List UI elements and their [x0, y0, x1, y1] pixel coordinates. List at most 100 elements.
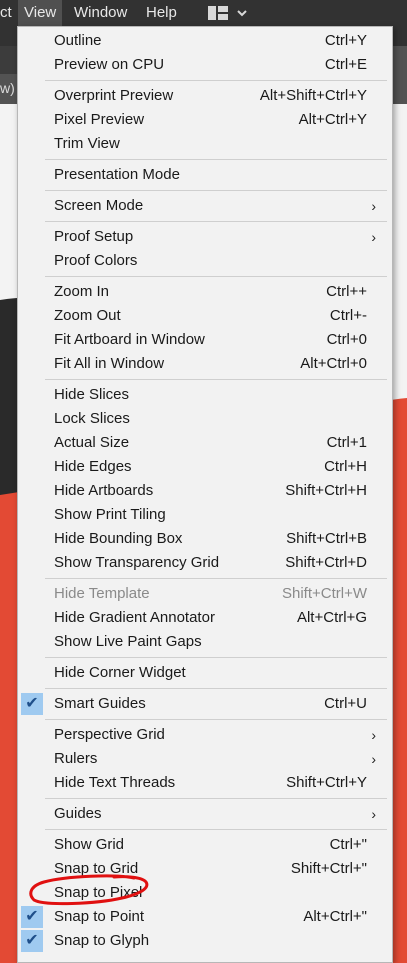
menu-item-shortcut: Shift+Ctrl+B	[286, 530, 367, 547]
menu-item-hide-bounding-box[interactable]: Hide Bounding Box Shift+Ctrl+B	[18, 527, 390, 551]
menu-item-shortcut: Ctrl+Y	[324, 32, 367, 49]
menu-item-show-print-tiling[interactable]: Show Print Tiling	[18, 503, 390, 527]
menu-item-label: Lock Slices	[54, 410, 130, 427]
menu-separator	[45, 798, 387, 799]
document-tab-fragment[interactable]	[0, 46, 18, 74]
menu-item-label: Fit Artboard in Window	[54, 331, 205, 348]
menu-item-shortcut: Shift+Ctrl+Y	[286, 774, 367, 791]
menu-separator	[45, 159, 387, 160]
menu-item-shortcut: Ctrl+E	[324, 56, 367, 73]
workspace-switcher[interactable]	[206, 5, 254, 21]
chevron-right-icon: ›	[371, 229, 376, 245]
menu-item-snap-to-grid[interactable]: Snap to Grid Shift+Ctrl+"	[18, 857, 390, 881]
checkmark-icon: ✔	[21, 693, 43, 715]
menu-item-presentation-mode[interactable]: Presentation Mode	[18, 163, 390, 187]
menu-item-label: Snap to Grid	[54, 860, 139, 877]
menu-item-label: Show Live Paint Gaps	[54, 633, 202, 650]
menu-item-actual-size[interactable]: Actual Size Ctrl+1	[18, 431, 390, 455]
menu-item-label: Proof Colors	[54, 252, 138, 269]
menu-item-label: Hide Edges	[54, 458, 132, 475]
menu-item-label: Fit All in Window	[54, 355, 165, 372]
menu-view[interactable]: View	[18, 0, 63, 26]
menu-item-shortcut: Alt+Shift+Ctrl+Y	[259, 87, 367, 104]
menu-item-hide-artboards[interactable]: Hide Artboards Shift+Ctrl+H	[18, 479, 390, 503]
menu-item-hide-text-threads[interactable]: Hide Text Threads Shift+Ctrl+Y	[18, 771, 390, 795]
menu-item-show-grid[interactable]: Show Grid Ctrl+"	[18, 833, 390, 857]
menu-item-snap-to-point[interactable]: ✔ Snap to Point Alt+Ctrl+"	[18, 905, 390, 929]
menu-item-label: Actual Size	[54, 434, 130, 451]
menu-item-snap-to-glyph[interactable]: ✔ Snap to Glyph	[18, 929, 390, 953]
menu-item-label: Hide Slices	[54, 386, 130, 403]
menu-item-guides[interactable]: Guides ›	[18, 802, 390, 826]
menu-object[interactable]: ct	[0, 0, 18, 26]
menu-item-shortcut: Ctrl+H	[324, 458, 367, 475]
menu-item-shortcut: Alt+Ctrl+G	[296, 609, 367, 626]
menu-separator	[45, 379, 387, 380]
menu-item-shortcut: Alt+Ctrl+"	[303, 908, 367, 925]
menu-item-shortcut: Ctrl+U	[324, 695, 367, 712]
menu-item-hide-template: Hide Template Shift+Ctrl+W	[18, 582, 390, 606]
menu-item-shortcut: Alt+Ctrl+Y	[298, 111, 367, 128]
menu-item-label: Presentation Mode	[54, 166, 180, 183]
menu-item-label: Hide Bounding Box	[54, 530, 183, 547]
menu-item-zoom-out[interactable]: Zoom Out Ctrl+-	[18, 304, 390, 328]
menu-item-label: Show Transparency Grid	[54, 554, 220, 571]
menu-item-lock-slices[interactable]: Lock Slices	[18, 407, 390, 431]
menu-item-shortcut: Shift+Ctrl+D	[285, 554, 367, 571]
menu-item-label: Snap to Point	[54, 908, 145, 925]
menu-item-label: Hide Gradient Annotator	[54, 609, 215, 626]
menu-item-show-transparency-grid[interactable]: Show Transparency Grid Shift+Ctrl+D	[18, 551, 390, 575]
menu-item-shortcut: Shift+Ctrl+W	[281, 585, 367, 602]
menu-help[interactable]: Help	[140, 0, 183, 26]
menu-item-perspective-grid[interactable]: Perspective Grid ›	[18, 723, 390, 747]
menu-item-label: Zoom Out	[54, 307, 121, 324]
menu-item-label: Trim View	[54, 135, 120, 152]
menu-item-show-live-paint-gaps[interactable]: Show Live Paint Gaps	[18, 630, 390, 654]
menu-item-shortcut: Shift+Ctrl+"	[290, 860, 367, 877]
menu-item-hide-gradient-annotator[interactable]: Hide Gradient Annotator Alt+Ctrl+G	[18, 606, 390, 630]
menu-item-smart-guides[interactable]: ✔ Smart Guides Ctrl+U	[18, 692, 390, 716]
menu-item-shortcut: Ctrl+"	[329, 836, 367, 853]
menu-item-zoom-in[interactable]: Zoom In Ctrl++	[18, 280, 390, 304]
menu-item-label: Smart Guides	[54, 695, 146, 712]
menu-item-shortcut: Ctrl+-	[329, 307, 367, 324]
menu-item-screen-mode[interactable]: Screen Mode ›	[18, 194, 390, 218]
menu-item-label: Outline	[54, 32, 102, 49]
checkmark-icon: ✔	[21, 906, 43, 928]
menu-item-hide-slices[interactable]: Hide Slices	[18, 383, 390, 407]
menu-item-label: Zoom In	[54, 283, 110, 300]
chevron-right-icon: ›	[371, 751, 376, 767]
menu-item-pixel-preview[interactable]: Pixel Preview Alt+Ctrl+Y	[18, 108, 390, 132]
menu-item-label: Pixel Preview	[54, 111, 145, 128]
menu-item-label: Proof Setup	[54, 228, 134, 245]
menu-item-fit-artboard-in-window[interactable]: Fit Artboard in Window Ctrl+0	[18, 328, 390, 352]
menu-separator	[45, 221, 387, 222]
menu-item-label: Show Print Tiling	[54, 506, 166, 523]
chevron-right-icon: ›	[371, 727, 376, 743]
view-menu-dropdown: Outline Ctrl+Y Preview on CPU Ctrl+E Ove…	[17, 26, 393, 963]
menu-separator	[45, 190, 387, 191]
menu-item-proof-setup[interactable]: Proof Setup ›	[18, 225, 390, 249]
menu-item-shortcut: Ctrl+1	[326, 434, 367, 451]
menu-item-fit-all-in-window[interactable]: Fit All in Window Alt+Ctrl+0	[18, 352, 390, 376]
menu-item-label: Rulers	[54, 750, 98, 767]
menu-item-label: Guides	[54, 805, 102, 822]
menu-item-label: Hide Corner Widget	[54, 664, 186, 681]
menu-item-outline[interactable]: Outline Ctrl+Y	[18, 29, 390, 53]
menu-item-rulers[interactable]: Rulers ›	[18, 747, 390, 771]
menu-item-snap-to-pixel[interactable]: Snap to Pixel	[18, 881, 390, 905]
menu-item-overprint-preview[interactable]: Overprint Preview Alt+Shift+Ctrl+Y	[18, 84, 390, 108]
menu-window[interactable]: Window	[68, 0, 133, 26]
menu-item-proof-colors[interactable]: Proof Colors	[18, 249, 390, 273]
menu-item-label: Screen Mode	[54, 197, 144, 214]
menu-item-label: Perspective Grid	[54, 726, 165, 743]
menu-separator	[45, 276, 387, 277]
workspace-layout-icon	[208, 6, 247, 20]
menu-item-trim-view[interactable]: Trim View	[18, 132, 390, 156]
menu-item-label: Hide Text Threads	[54, 774, 176, 791]
menu-item-hide-edges[interactable]: Hide Edges Ctrl+H	[18, 455, 390, 479]
menu-item-preview-on-cpu[interactable]: Preview on CPU Ctrl+E	[18, 53, 390, 77]
menu-item-label: Hide Artboards	[54, 482, 154, 499]
menu-item-label: Overprint Preview	[54, 87, 174, 104]
menu-item-hide-corner-widget[interactable]: Hide Corner Widget	[18, 661, 390, 685]
